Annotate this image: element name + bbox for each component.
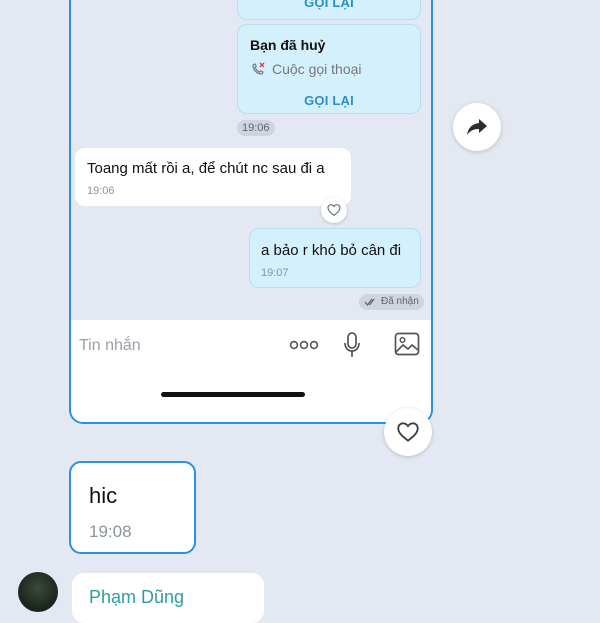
- incoming-message[interactable]: hic 19:08: [69, 461, 196, 554]
- like-button[interactable]: [321, 197, 347, 223]
- message-time: 19:07: [261, 267, 289, 279]
- call-card[interactable]: Bạn đã huỷ Cuộc gọi thoại GỌI LẠI: [237, 24, 421, 114]
- time-pill: 19:06: [237, 120, 275, 136]
- call-info: Cuộc gọi thoại: [250, 61, 362, 77]
- message-input-bar: Tin nhắn: [71, 320, 431, 422]
- heart-icon: [397, 422, 419, 442]
- call-card[interactable]: GỌI LẠI: [237, 0, 421, 20]
- call-subtitle: Cuộc gọi thoại: [272, 61, 362, 77]
- microphone-icon: [344, 332, 360, 357]
- more-button[interactable]: [289, 338, 319, 357]
- like-button[interactable]: [384, 408, 432, 456]
- share-arrow-icon: [467, 119, 487, 135]
- message-text: Toang mất rồi a, để chút nc sau đi a: [87, 160, 325, 177]
- message-input[interactable]: Tin nhắn: [79, 337, 141, 355]
- callback-button[interactable]: GỌI LẠI: [238, 93, 420, 108]
- status-text: Đã nhận: [381, 296, 419, 307]
- shared-screenshot-image[interactable]: GỌI LẠI Bạn đã huỷ Cuộc gọi thoại GỌI LẠ…: [69, 0, 433, 424]
- missed-call-icon: [252, 62, 265, 75]
- share-button[interactable]: [453, 103, 501, 151]
- delivery-status: Đã nhận: [359, 294, 424, 310]
- more-dots-icon: [289, 340, 319, 350]
- avatar[interactable]: [18, 572, 58, 612]
- double-check-icon: [364, 298, 375, 307]
- callback-button[interactable]: GỌI LẠI: [238, 0, 420, 10]
- image-icon: [394, 332, 420, 356]
- mic-button[interactable]: [343, 332, 361, 363]
- message-time: 19:06: [87, 185, 115, 197]
- message-time: 19:08: [89, 522, 132, 541]
- sender-name: Phạm Dũng: [89, 587, 185, 607]
- message-text: hic: [89, 483, 118, 508]
- outgoing-message[interactable]: a bảo r khó bỏ cân đi 19:07: [249, 228, 421, 288]
- call-title: Bạn đã huỷ: [250, 37, 326, 53]
- incoming-message[interactable]: Phạm Dũng: [72, 573, 264, 623]
- message-text: a bảo r khó bỏ cân đi: [261, 242, 402, 259]
- heart-icon: [327, 204, 341, 217]
- incoming-message[interactable]: Toang mất rồi a, để chút nc sau đi a 19:…: [75, 148, 351, 206]
- gallery-button[interactable]: [394, 332, 420, 361]
- home-indicator: [161, 392, 305, 397]
